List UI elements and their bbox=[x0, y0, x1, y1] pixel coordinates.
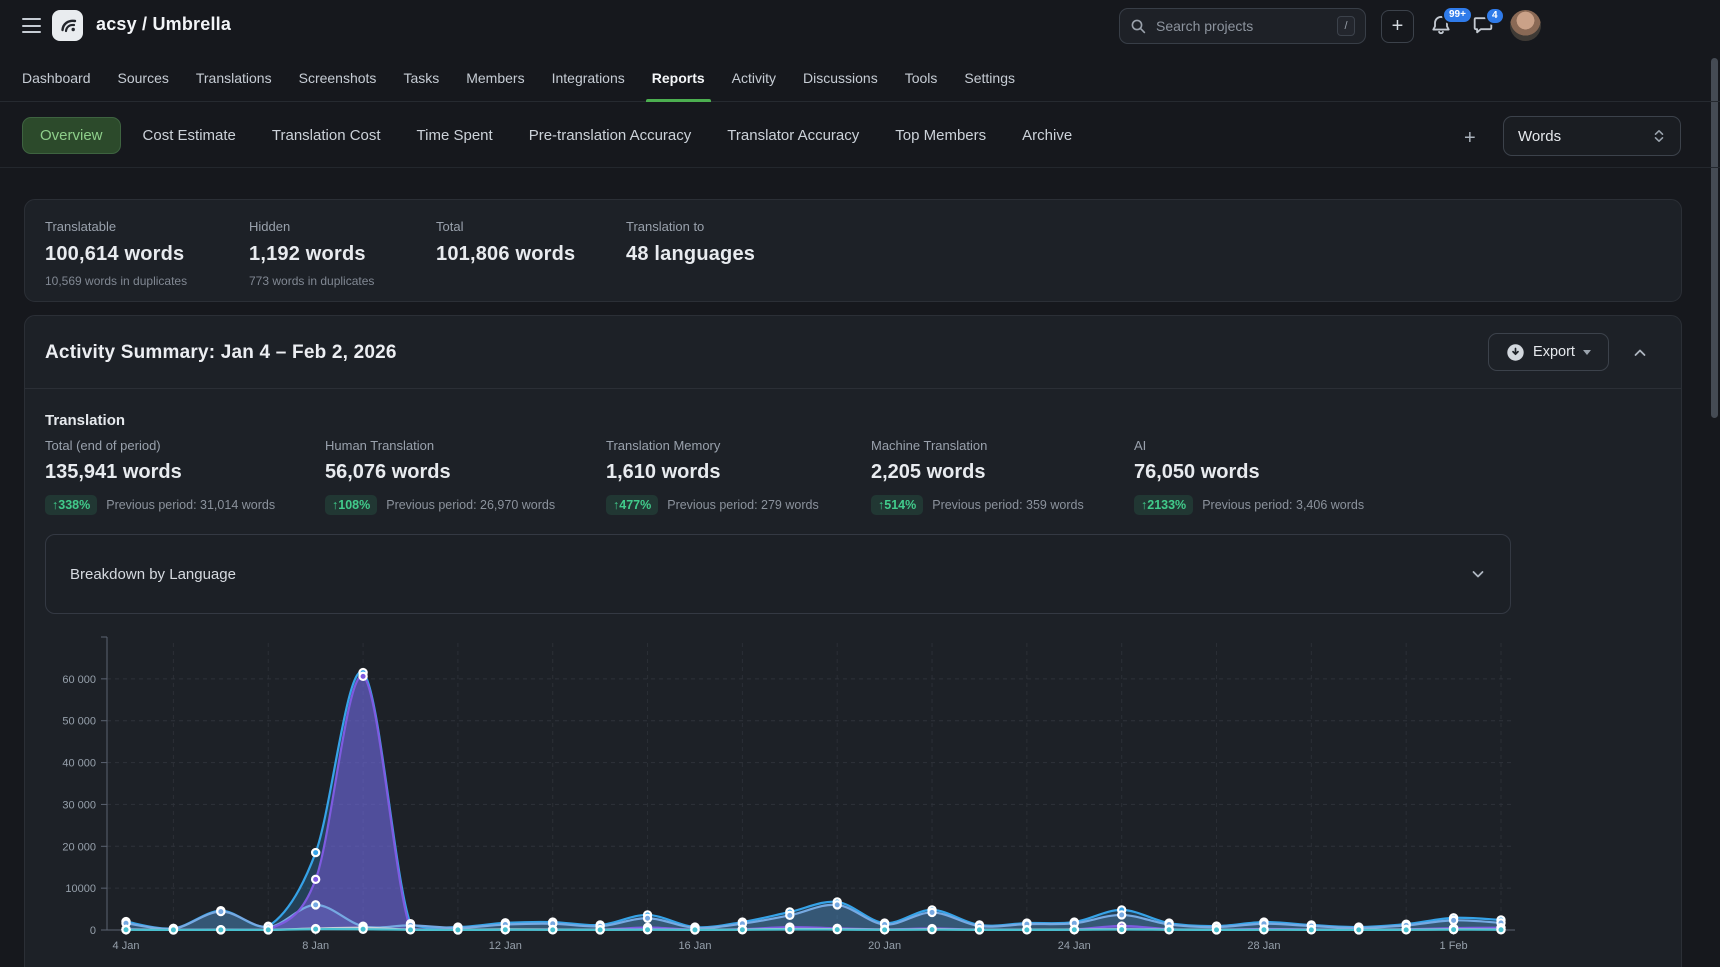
search-icon bbox=[1130, 18, 1147, 35]
tab-translation-cost[interactable]: Translation Cost bbox=[272, 117, 381, 154]
stat-translatable: Translatable 100,614 words 10,569 words … bbox=[45, 219, 187, 288]
reports-sub-nav: Overview Cost Estimate Translation Cost … bbox=[0, 103, 1720, 168]
change-badge: ↑477% bbox=[606, 495, 658, 515]
unit-select-value: Words bbox=[1518, 128, 1652, 145]
stat-translation-to: Translation to 48 languages bbox=[626, 219, 755, 266]
project-logo[interactable] bbox=[52, 10, 83, 41]
metric-human-translation: Human Translation 56,076 words ↑108% Pre… bbox=[325, 438, 555, 515]
metric-ai: AI 76,050 words ↑2133% Previous period: … bbox=[1134, 438, 1364, 515]
sorter-icon bbox=[1652, 128, 1666, 144]
change-badge: ↑2133% bbox=[1134, 495, 1193, 515]
nav-tasks[interactable]: Tasks bbox=[403, 55, 439, 102]
nav-settings[interactable]: Settings bbox=[964, 55, 1015, 102]
search-box[interactable]: / bbox=[1119, 8, 1366, 44]
change-badge: ↑514% bbox=[871, 495, 923, 515]
svg-text:20 000: 20 000 bbox=[62, 841, 96, 853]
create-project-button[interactable]: + bbox=[1381, 10, 1414, 43]
reports-page: acsy / Umbrella / + 99+ 4 bbox=[0, 0, 1720, 967]
nav-screenshots[interactable]: Screenshots bbox=[299, 55, 377, 102]
crowdin-bird-icon bbox=[57, 15, 79, 37]
user-avatar[interactable] bbox=[1510, 10, 1541, 41]
svg-text:50 000: 50 000 bbox=[62, 716, 96, 728]
svg-text:28 Jan: 28 Jan bbox=[1247, 940, 1280, 952]
project-stats-card: Translatable 100,614 words 10,569 words … bbox=[24, 199, 1682, 302]
svg-text:4 Jan: 4 Jan bbox=[113, 940, 140, 952]
svg-text:30 000: 30 000 bbox=[62, 799, 96, 811]
notifications-badge: 99+ bbox=[1442, 6, 1473, 24]
svg-text:24 Jan: 24 Jan bbox=[1058, 940, 1091, 952]
divider bbox=[25, 388, 1681, 389]
nav-integrations[interactable]: Integrations bbox=[552, 55, 625, 102]
metric-total-end-of-period: Total (end of period) 135,941 words ↑338… bbox=[45, 438, 275, 515]
messages-badge: 4 bbox=[1485, 7, 1505, 25]
svg-text:10000: 10000 bbox=[65, 883, 96, 895]
tab-time-spent[interactable]: Time Spent bbox=[417, 117, 493, 154]
export-button[interactable]: Export bbox=[1488, 333, 1609, 371]
search-input[interactable] bbox=[1156, 18, 1337, 34]
svg-text:1 Feb: 1 Feb bbox=[1440, 940, 1468, 952]
unit-select[interactable]: Words bbox=[1503, 116, 1681, 156]
stat-total: Total 101,806 words bbox=[436, 219, 575, 266]
metric-translation-memory: Translation Memory 1,610 words ↑477% Pre… bbox=[606, 438, 819, 515]
metric-machine-translation: Machine Translation 2,205 words ↑514% Pr… bbox=[871, 438, 1084, 515]
menu-icon[interactable] bbox=[22, 18, 41, 33]
svg-text:20 Jan: 20 Jan bbox=[868, 940, 901, 952]
activity-chart: 0 10000 20 000 30 000 40 000 50 000 60 000 4 Ja… bbox=[0, 600, 1720, 967]
svg-text:60 000: 60 000 bbox=[62, 674, 96, 686]
stat-hidden: Hidden 1,192 words 773 words in duplicat… bbox=[249, 219, 374, 288]
svg-text:16 Jan: 16 Jan bbox=[678, 940, 711, 952]
svg-text:0: 0 bbox=[90, 925, 96, 937]
svg-text:8 Jan: 8 Jan bbox=[302, 940, 329, 952]
translation-section-title: Translation bbox=[45, 412, 125, 429]
tab-cost-estimate[interactable]: Cost Estimate bbox=[143, 117, 236, 154]
export-label: Export bbox=[1533, 344, 1575, 360]
chevron-down-icon bbox=[1470, 566, 1486, 582]
change-badge: ↑108% bbox=[325, 495, 377, 515]
search-shortcut-key: / bbox=[1337, 16, 1355, 36]
change-badge: ↑338% bbox=[45, 495, 97, 515]
main-nav: Dashboard Sources Translations Screensho… bbox=[0, 55, 1720, 102]
nav-sources[interactable]: Sources bbox=[118, 55, 169, 102]
download-circle-icon bbox=[1506, 343, 1525, 362]
tab-top-members[interactable]: Top Members bbox=[895, 117, 986, 154]
tab-archive[interactable]: Archive bbox=[1022, 117, 1072, 154]
page-title: acsy / Umbrella bbox=[96, 14, 231, 35]
nav-activity[interactable]: Activity bbox=[732, 55, 776, 102]
svg-text:12 Jan: 12 Jan bbox=[489, 940, 522, 952]
tab-overview[interactable]: Overview bbox=[22, 117, 121, 154]
tab-pre-translation-accuracy[interactable]: Pre-translation Accuracy bbox=[529, 117, 692, 154]
svg-text:40 000: 40 000 bbox=[62, 758, 96, 770]
tab-translator-accuracy[interactable]: Translator Accuracy bbox=[727, 117, 859, 154]
nav-translations[interactable]: Translations bbox=[196, 55, 272, 102]
nav-reports[interactable]: Reports bbox=[652, 55, 705, 102]
add-report-icon[interactable]: + bbox=[1464, 127, 1476, 150]
nav-tools[interactable]: Tools bbox=[905, 55, 938, 102]
activity-summary-title: Activity Summary: Jan 4 – Feb 2, 2026 bbox=[45, 342, 397, 364]
messages-button[interactable]: 4 bbox=[1472, 14, 1498, 40]
chevron-up-icon bbox=[1632, 345, 1648, 361]
caret-down-icon bbox=[1583, 350, 1591, 355]
topbar: acsy / Umbrella / + 99+ 4 bbox=[0, 0, 1720, 52]
breakdown-label: Breakdown by Language bbox=[70, 566, 1470, 583]
nav-discussions[interactable]: Discussions bbox=[803, 55, 878, 102]
nav-members[interactable]: Members bbox=[466, 55, 524, 102]
nav-dashboard[interactable]: Dashboard bbox=[22, 55, 91, 102]
collapse-section-button[interactable] bbox=[1625, 338, 1655, 368]
notifications-button[interactable]: 99+ bbox=[1430, 14, 1456, 40]
